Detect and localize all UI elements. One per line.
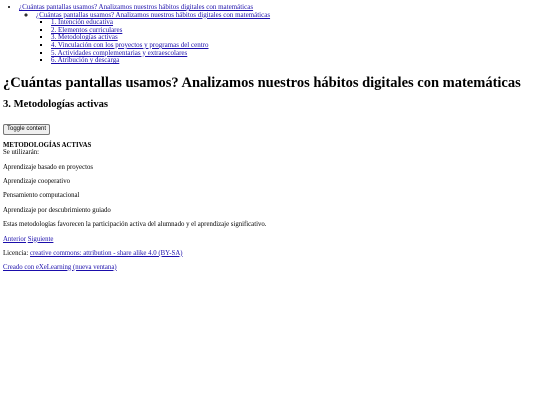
section-title: 3. Metodologías activas — [3, 98, 109, 110]
license-prefix: Licencia: — [3, 249, 30, 257]
nav-sections: 1. Intención educativa 2. Elementos curr… — [36, 18, 540, 65]
idevice-closing: Estas metodologías favorecen la particip… — [3, 221, 267, 229]
idevice-content: METODOLOGÍAS ACTIVAS Se utilizarán: Apre… — [3, 142, 540, 229]
nav-section-item: 5. Actividades complementarias y extraes… — [51, 49, 540, 58]
license-link[interactable]: creative commons: attribution - share al… — [30, 250, 183, 257]
page-title: ¿Cuántas pantallas usamos? Analizamos nu… — [3, 74, 521, 91]
nav-root-item: ¿Cuántas pantallas usamos? Analizamos nu… — [19, 3, 540, 65]
prev-page-link[interactable]: Anterior — [3, 236, 26, 243]
idevice-intro: Se utilizarán: — [3, 149, 40, 157]
method-item: Pensamiento computacional — [3, 192, 80, 200]
site-navigation: ¿Cuántas pantallas usamos? Analizamos nu… — [3, 3, 540, 65]
license-line: Licencia: creative commons: attribution … — [3, 250, 540, 257]
nav-tree: ¿Cuántas pantallas usamos? Analizamos nu… — [3, 3, 540, 65]
nav-link-atribucion[interactable]: 6. Atribución y descarga — [51, 56, 119, 64]
nav-subtree: ¿Cuántas pantallas usamos? Analizamos nu… — [19, 11, 540, 65]
nav-section-item: 2. Elementos curriculares — [51, 26, 540, 35]
page: ¿Cuántas pantallas usamos? Analizamos nu… — [0, 0, 540, 405]
pagination: Anterior Siguiente — [3, 236, 540, 243]
made-with-footer: Creado con eXeLearning (nueva ventana) — [3, 264, 540, 271]
method-item: Aprendizaje basado en proyectos — [3, 163, 94, 171]
exelearning-link[interactable]: Creado con eXeLearning (nueva ventana) — [3, 264, 117, 271]
nav-section-item: 6. Atribución y descarga — [51, 56, 540, 65]
nav-child-item: ¿Cuántas pantallas usamos? Analizamos nu… — [36, 11, 540, 65]
method-item: Aprendizaje cooperativo — [3, 177, 70, 185]
method-item: Aprendizaje por descubrimiento guiado — [3, 206, 111, 214]
toggle-content-button[interactable]: Toggle content — [3, 123, 51, 135]
nav-section-item: 1. Intención educativa — [51, 18, 540, 27]
idevice-title: METODOLOGÍAS ACTIVAS — [3, 141, 92, 149]
next-page-link[interactable]: Siguiente — [28, 236, 54, 243]
